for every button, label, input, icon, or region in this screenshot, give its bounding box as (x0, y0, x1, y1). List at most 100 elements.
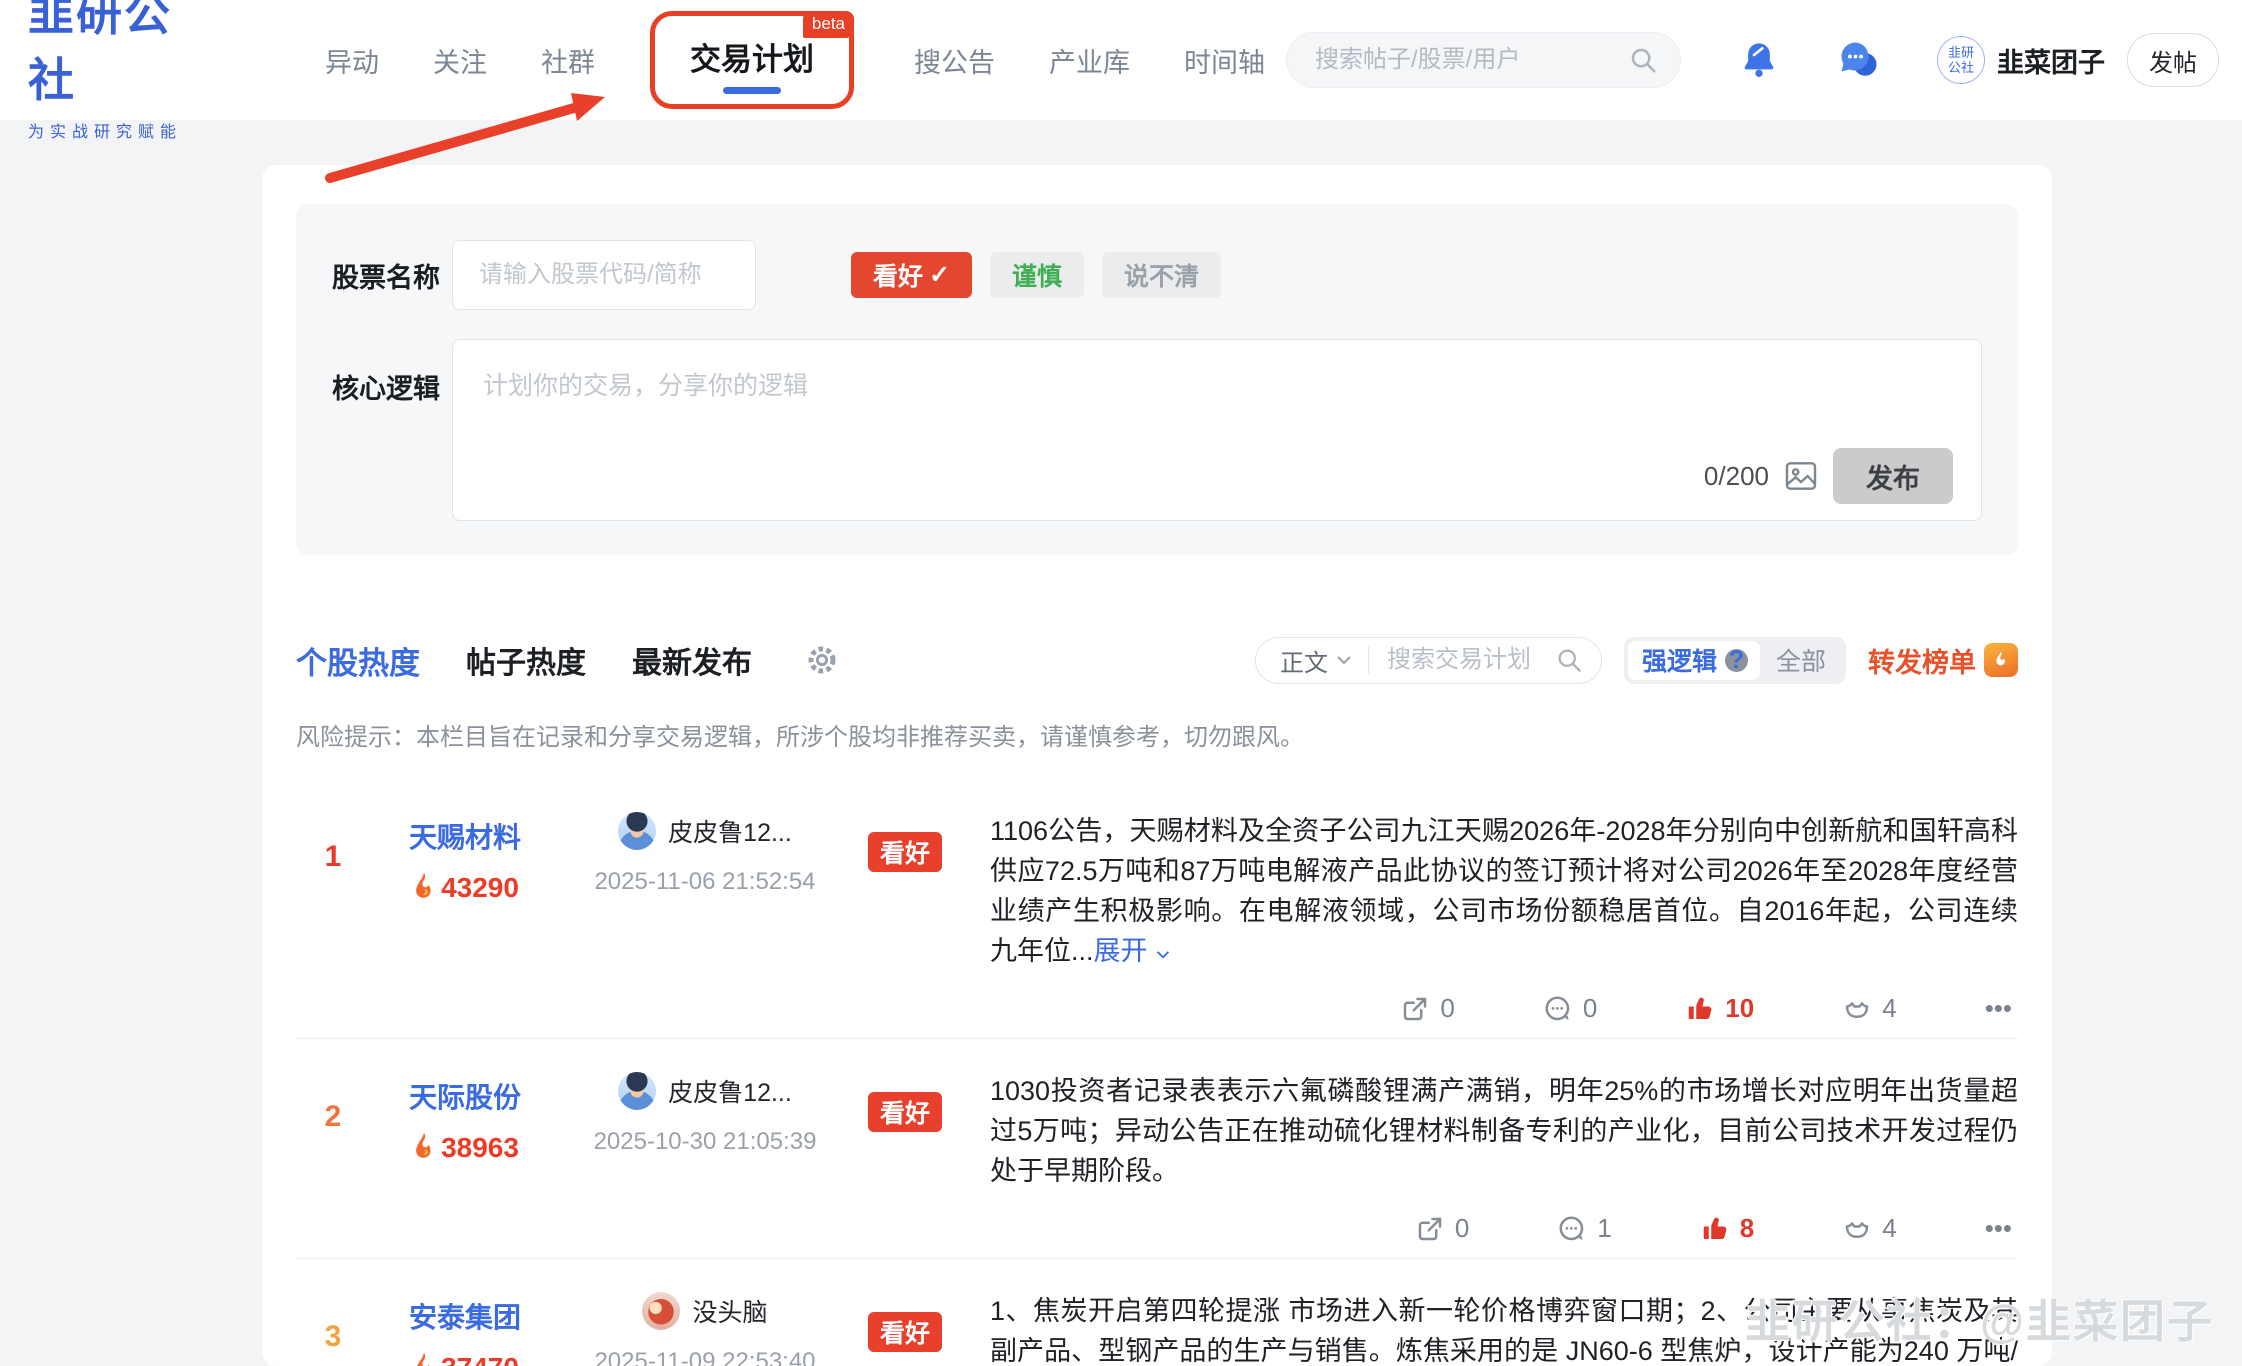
stock-link[interactable]: 天赐材料 (370, 816, 560, 856)
poster-name[interactable]: 没头脑 (692, 1293, 767, 1329)
like-button[interactable]: 8 (1700, 1213, 1754, 1244)
scope-dropdown[interactable]: 正文 (1256, 643, 1368, 678)
like-button[interactable]: 10 (1685, 993, 1754, 1024)
poster-avatar[interactable] (642, 1292, 680, 1330)
nav-item-shequn[interactable]: 社群 (541, 41, 595, 80)
stock-link[interactable]: 安泰集团 (370, 1296, 560, 1336)
rank-number: 1 (296, 802, 370, 1038)
heat-score: 43290 (370, 872, 560, 904)
notification-bell-icon[interactable] (1737, 38, 1781, 82)
page: 韭研公社 为实战研究赋能 异动 关注 社群 交易计划 beta 搜公告 产业库 … (0, 0, 2242, 1366)
nav-item-chanyeku[interactable]: 产业库 (1049, 41, 1130, 80)
post-date: 2025-10-30 21:05:39 (560, 1128, 850, 1156)
post-date: 2025-11-09 22:53:40 (560, 1348, 850, 1366)
nav-item-shijianzhou[interactable]: 时间轴 (1184, 41, 1265, 80)
user-avatar[interactable]: 韭研 公社 (1937, 36, 1985, 84)
poster-name[interactable]: 皮皮鲁12... (668, 1073, 792, 1109)
comment-button[interactable]: 1 (1557, 1213, 1611, 1244)
global-search[interactable] (1286, 32, 1681, 88)
publish-button[interactable]: 发布 (1833, 448, 1953, 504)
comment-count: 1 (1597, 1213, 1611, 1244)
strong-logic-label: 强逻辑 (1642, 642, 1717, 678)
reward-count: 4 (1882, 1213, 1896, 1244)
reward-bowl-icon (1842, 994, 1872, 1024)
comment-count: 0 (1583, 993, 1597, 1024)
core-logic-field: 0/200 发布 (452, 339, 1982, 521)
interaction-bar: 0 1 8 4 (990, 1213, 2012, 1244)
brand-logo[interactable]: 韭研公社 为实战研究赋能 (28, 0, 213, 142)
poster-avatar[interactable] (618, 1072, 656, 1110)
rank-number: 3 (296, 1282, 370, 1366)
avatar-text-line2: 公社 (1948, 60, 1974, 75)
reward-bowl-icon (1842, 1214, 1872, 1244)
stock-name-label: 股票名称 (332, 256, 452, 295)
scope-value: 正文 (1280, 643, 1328, 678)
new-post-button[interactable]: 发帖 (2127, 33, 2219, 87)
comment-icon (1557, 1214, 1587, 1244)
reward-button[interactable]: 4 (1842, 993, 1896, 1024)
nav-item-guanzhu[interactable]: 关注 (433, 41, 487, 80)
char-counter: 0/200 (1704, 461, 1769, 492)
nav-item-yidong[interactable]: 异动 (325, 41, 379, 80)
chevron-down-icon (1336, 655, 1352, 666)
reward-button[interactable]: 4 (1842, 1213, 1896, 1244)
stance-badge: 看好 (868, 1092, 942, 1132)
settings-gear-icon[interactable] (804, 642, 840, 678)
share-icon (1415, 1214, 1445, 1244)
poster-avatar[interactable] (618, 812, 656, 850)
tab-latest[interactable]: 最新发布 (632, 638, 752, 682)
insert-image-icon[interactable] (1785, 461, 1817, 491)
stance-bullish-button[interactable]: 看好 ✓ (851, 252, 972, 298)
post-date: 2025-11-06 21:52:54 (560, 868, 850, 896)
username[interactable]: 韭菜团子 (1997, 41, 2105, 80)
flame-icon (411, 1133, 437, 1163)
share-button[interactable]: 0 (1415, 1213, 1469, 1244)
reward-count: 4 (1882, 993, 1896, 1024)
more-button[interactable]: ••• (1985, 1213, 2012, 1244)
tab-stock-heat[interactable]: 个股热度 (296, 638, 420, 683)
tab-post-heat[interactable]: 帖子热度 (466, 638, 586, 682)
share-button[interactable]: 0 (1400, 993, 1454, 1024)
flame-icon (411, 873, 437, 903)
nav-item-sougonggao[interactable]: 搜公告 (914, 41, 995, 80)
more-icon: ••• (1985, 993, 2012, 1024)
filter-all[interactable]: 全部 (1760, 642, 1842, 678)
like-count: 8 (1740, 1213, 1754, 1244)
core-logic-label: 核心逻辑 (332, 339, 452, 521)
stance-cautious-button[interactable]: 谨慎 (990, 252, 1084, 298)
poster-name[interactable]: 皮皮鲁12... (668, 813, 792, 849)
stance-badge: 看好 (868, 832, 942, 872)
forward-board-icon (1984, 643, 2018, 677)
comment-button[interactable]: 0 (1543, 993, 1597, 1024)
list-toolbar: 个股热度 帖子热度 最新发布 正文 (296, 636, 2018, 684)
post-content: 1030投资者记录表表示六氟磷酸锂满产满销，明年25%的市场增长对应明年出货量超… (990, 1071, 2018, 1191)
stance-unsure-button[interactable]: 说不清 (1102, 252, 1221, 298)
help-question-icon[interactable]: ? (1725, 649, 1748, 672)
stock-name-input[interactable] (452, 240, 756, 310)
thumbs-up-icon (1700, 1214, 1730, 1244)
plan-search-input[interactable] (1369, 646, 1555, 674)
main-nav: 异动 关注 社群 交易计划 beta 搜公告 产业库 时间轴 (325, 0, 1265, 120)
nav-item-trading-plan[interactable]: 交易计划 (690, 34, 814, 79)
trade-plan-composer: 股票名称 看好 ✓ 谨慎 说不清 核心逻辑 (296, 204, 2018, 555)
global-search-input[interactable] (1315, 46, 1628, 74)
stance-selector: 看好 ✓ 谨慎 说不清 (851, 252, 1221, 298)
flame-icon (411, 1353, 437, 1366)
more-button[interactable]: ••• (1985, 993, 2012, 1024)
forward-board-link[interactable]: 转发榜单 (1868, 641, 2018, 680)
stock-link[interactable]: 天际股份 (370, 1076, 560, 1116)
filter-strong-logic[interactable]: 强逻辑 ? (1628, 641, 1760, 680)
heat-value: 43290 (441, 872, 519, 904)
heat-value: 38963 (441, 1132, 519, 1164)
brand-tagline: 为实战研究赋能 (28, 118, 213, 142)
post-content: 1、焦炭开启第四轮提涨 市场进入新一轮价格博弈窗口期；2、公司主要从事焦炭及其副… (990, 1291, 2018, 1366)
expand-label: 展开 (1094, 936, 1148, 966)
stance-cautious-label: 谨慎 (1012, 257, 1062, 293)
chevron-down-icon (1155, 950, 1171, 960)
messages-chat-icon[interactable] (1837, 38, 1881, 82)
top-navbar: 韭研公社 为实战研究赋能 异动 关注 社群 交易计划 beta 搜公告 产业库 … (0, 0, 2242, 120)
search-icon[interactable] (1555, 646, 1601, 674)
search-icon[interactable] (1628, 45, 1658, 75)
post-row-3: 3 安泰集团 37470 没头脑 2025-11-09 22:53:40 (296, 1259, 2018, 1366)
expand-link[interactable]: 展开 (1094, 936, 1172, 966)
